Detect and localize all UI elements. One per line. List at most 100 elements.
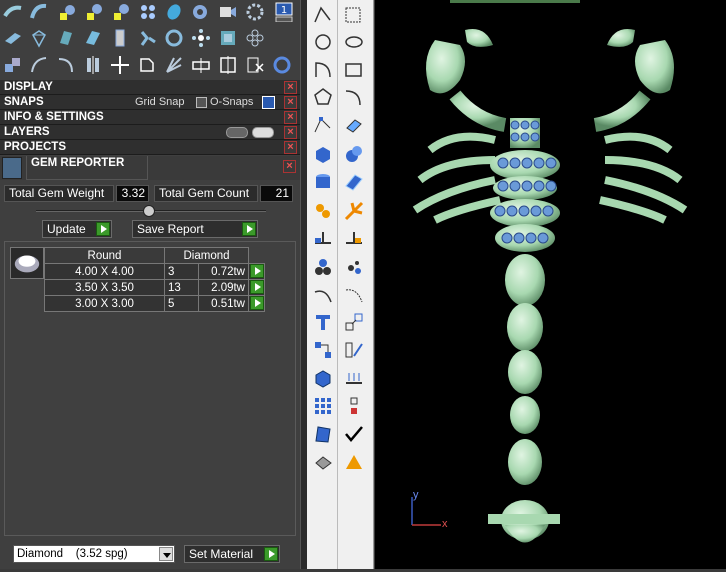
blue-card-icon[interactable] [55, 27, 77, 49]
blend-icon[interactable] [311, 199, 335, 223]
gear-icon[interactable] [244, 1, 266, 23]
select-row-button[interactable] [248, 295, 265, 312]
blue-sheet-icon[interactable] [82, 27, 104, 49]
pave-cluster-icon[interactable] [137, 1, 159, 23]
axis-y-label: y [413, 489, 419, 501]
eye-icon[interactable] [252, 127, 274, 138]
close-icon[interactable]: × [284, 96, 297, 109]
pave-grid-icon[interactable] [190, 27, 212, 49]
ungroup-icon[interactable] [342, 255, 366, 279]
viewport-tab[interactable] [450, 0, 580, 3]
gem-pave-icon[interactable] [110, 1, 132, 23]
close-icon[interactable]: × [284, 141, 297, 154]
set-material-button[interactable]: Set Material [184, 545, 280, 563]
ring-icon[interactable] [271, 54, 293, 76]
add-gem-icon[interactable] [56, 1, 78, 23]
camera-icon[interactable] [216, 1, 238, 23]
arc-tool-icon[interactable] [311, 58, 335, 82]
close-icon[interactable]: × [284, 111, 297, 124]
gem-grid-icon[interactable] [83, 1, 105, 23]
material-select[interactable]: Diamond (3.52 spg) [13, 545, 175, 563]
flower-icon[interactable] [163, 27, 185, 49]
trim-icon[interactable] [311, 227, 335, 251]
display-panel[interactable]: DISPLAY × [0, 80, 300, 95]
scale-icon[interactable] [342, 310, 366, 334]
bridge-cluster-icon[interactable] [244, 27, 266, 49]
extrude-icon[interactable] [342, 366, 366, 390]
point-edit-icon[interactable] [311, 113, 335, 137]
fillet-curve-icon[interactable] [342, 85, 366, 109]
explode-icon[interactable] [342, 199, 366, 223]
grid-array-icon[interactable] [311, 394, 335, 418]
group-icon[interactable] [311, 255, 335, 279]
rectangle-tool-icon[interactable] [342, 58, 366, 82]
mirror-icon[interactable] [82, 54, 104, 76]
move-icon[interactable] [109, 54, 131, 76]
info-settings-panel[interactable]: INFO & SETTINGS × [0, 110, 300, 125]
offset-curve-icon[interactable] [342, 283, 366, 307]
axis-x-label: x [442, 518, 448, 530]
settings-icon[interactable] [189, 1, 211, 23]
curve-offset-icon[interactable] [55, 54, 77, 76]
diamond-icon[interactable] [28, 27, 50, 49]
box-solid-icon[interactable] [311, 142, 335, 166]
leaf-icon[interactable] [163, 1, 185, 23]
ring-prong-icon[interactable] [136, 27, 158, 49]
polygon-tool-icon[interactable] [311, 85, 335, 109]
arc-icon[interactable] [28, 1, 50, 23]
layer-visibility-icon[interactable] [226, 127, 248, 138]
rect-curve-icon[interactable] [342, 3, 366, 27]
grid-snap-toggle[interactable] [196, 97, 207, 108]
circle-tool-icon[interactable] [311, 30, 335, 54]
select-row-button[interactable] [248, 279, 265, 296]
chevron-down-icon[interactable] [159, 547, 173, 561]
gem-size: 3.00 X 3.00 [44, 295, 165, 312]
gem-weight: 2.09tw [198, 279, 249, 296]
layers-panel[interactable]: LAYERS × [0, 125, 300, 140]
split-icon[interactable] [217, 54, 239, 76]
snaps-panel[interactable]: SNAPS Grid Snap O-Snaps × [0, 95, 300, 110]
sphere-solid-icon[interactable] [342, 142, 366, 166]
bridge-icon[interactable] [190, 54, 212, 76]
panel-splitter[interactable] [300, 0, 307, 569]
boolean-icon[interactable] [136, 54, 158, 76]
o-snaps-toggle[interactable] [262, 96, 275, 109]
render-icon[interactable] [311, 450, 335, 474]
save-report-button[interactable]: Save Report [132, 220, 258, 238]
info-icon[interactable]: 1 [273, 1, 295, 23]
cubes-icon[interactable] [2, 54, 24, 76]
select-row-button[interactable] [248, 263, 265, 280]
play-arrow-icon [250, 280, 264, 294]
circle-ring-icon[interactable] [217, 27, 239, 49]
checkmark-icon[interactable] [342, 422, 366, 446]
update-button[interactable]: Update [42, 220, 112, 238]
cylinder-solid-icon[interactable] [311, 170, 335, 194]
3d-viewport[interactable]: y x [375, 0, 726, 569]
surface-sweep-icon[interactable] [342, 113, 366, 137]
extend-icon[interactable] [342, 227, 366, 251]
flow-along-icon[interactable] [342, 338, 366, 362]
solid-box-icon[interactable] [311, 366, 335, 390]
bend-icon[interactable] [311, 422, 335, 446]
blue-prong-icon[interactable] [109, 27, 131, 49]
polyline-icon[interactable] [311, 3, 335, 27]
ellipse-tool-icon[interactable] [342, 30, 366, 54]
curve-on-surface-icon[interactable] [311, 283, 335, 307]
close-icon[interactable]: × [284, 126, 297, 139]
scorpion-model [411, 29, 688, 543]
collapse-handle[interactable] [143, 205, 155, 217]
mesh-surface-icon[interactable] [342, 170, 366, 194]
fan-icon[interactable] [163, 54, 185, 76]
align-icon[interactable] [342, 394, 366, 418]
cut-icon[interactable] [244, 54, 266, 76]
tentacle-icon[interactable] [2, 1, 24, 23]
curve-icon[interactable] [28, 54, 50, 76]
projects-panel[interactable]: PROJECTS × [0, 140, 300, 155]
close-icon[interactable]: × [284, 81, 297, 94]
array-icon[interactable] [311, 338, 335, 362]
text-tool-icon[interactable] [311, 310, 335, 334]
close-icon[interactable]: × [283, 160, 296, 173]
set-material-button-label: Set Material [189, 547, 254, 561]
material-cone-icon[interactable] [342, 450, 366, 474]
flat-sheet-icon[interactable] [2, 27, 24, 49]
